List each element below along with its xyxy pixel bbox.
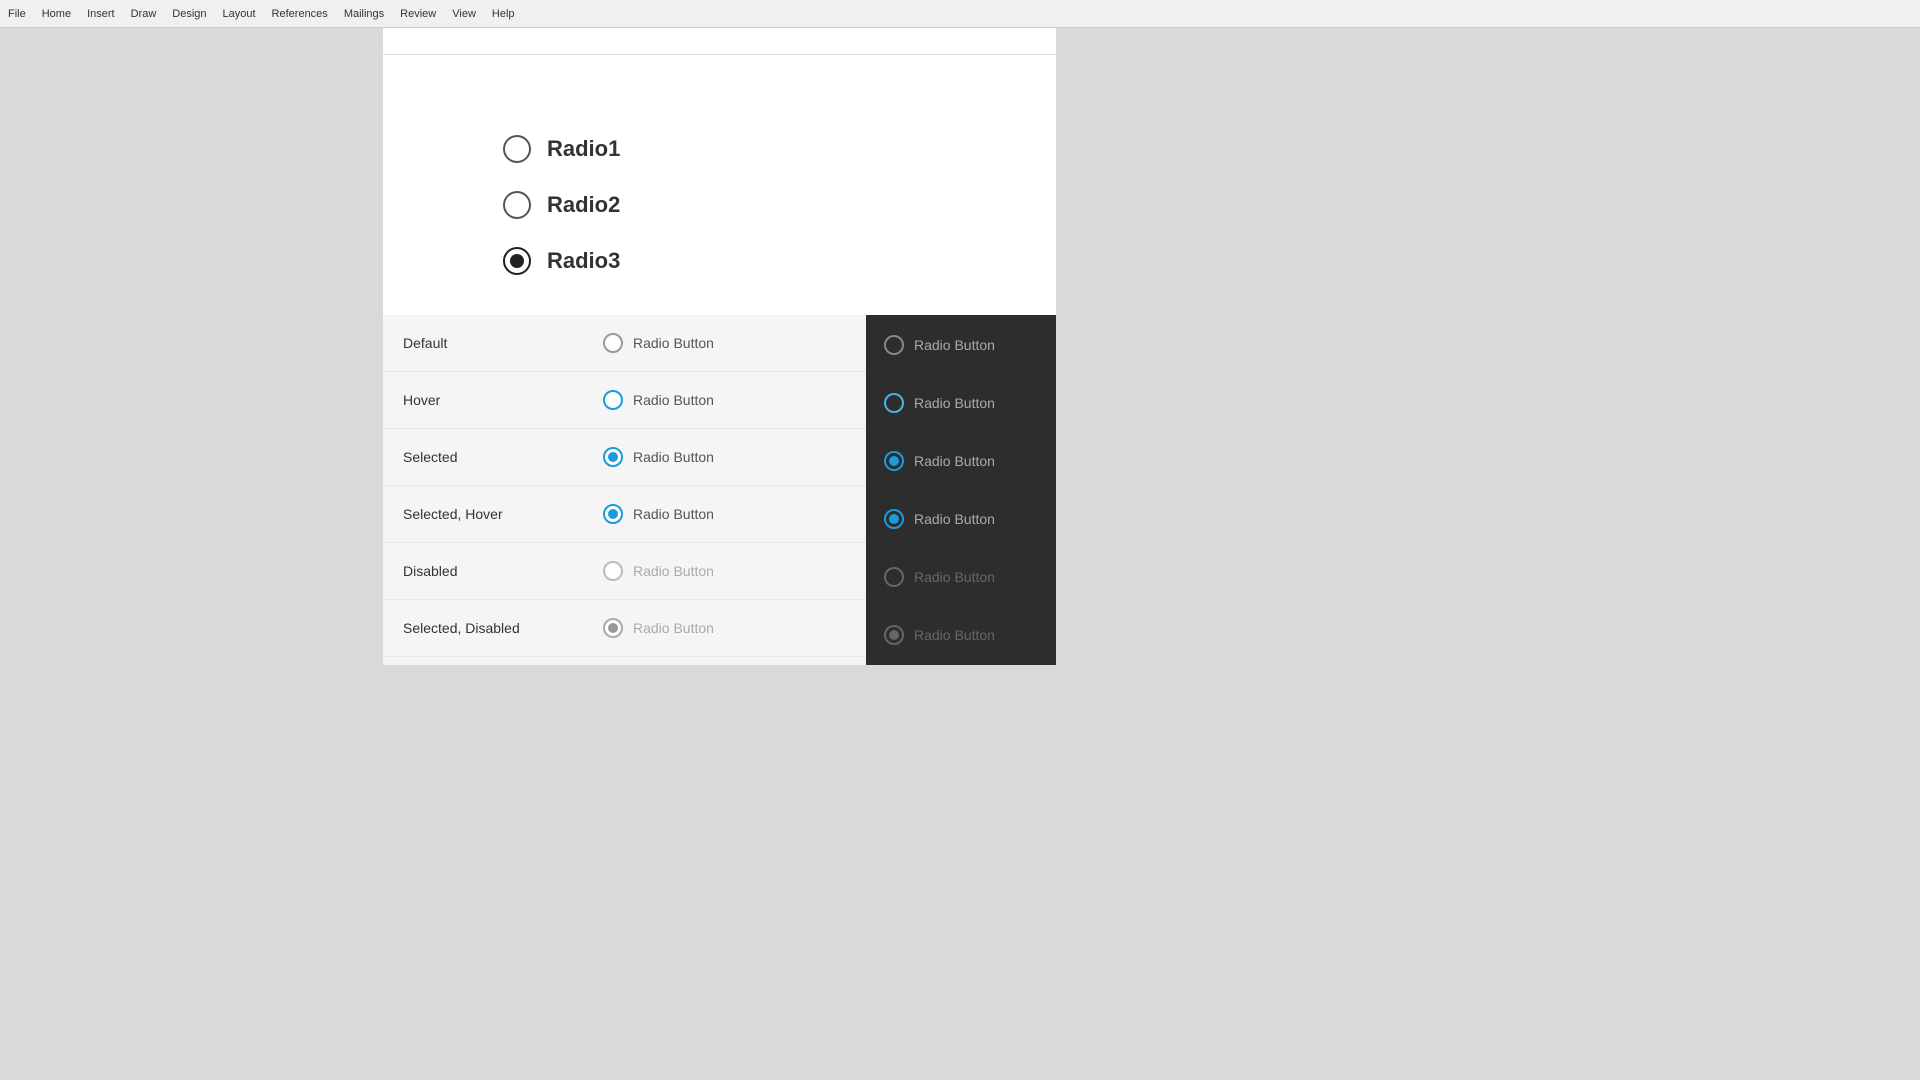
table-row-disabled: Disabled Radio Button (383, 543, 866, 600)
dark-radio-selected: Radio Button (868, 433, 1054, 489)
radio-label-3: Radio3 (547, 248, 620, 274)
state-radio-selected-hover: Radio Button (583, 486, 866, 543)
dark-default-label: Radio Button (914, 337, 995, 353)
state-label-hover: Hover (383, 372, 583, 429)
menu-file[interactable]: File (8, 8, 26, 20)
state-label-selected-hover: Selected, Hover (383, 486, 583, 543)
dark-selected-disabled-label: Radio Button (914, 627, 995, 643)
state-radio-selected: Radio Button (583, 429, 866, 486)
selected-hover-radio-label: Radio Button (633, 506, 714, 522)
menu-design[interactable]: Design (172, 8, 206, 20)
table-row-selected-hover: Selected, Hover Radio Button (383, 486, 866, 543)
main-panel: Radio1 Radio2 Radio3 (383, 55, 1056, 665)
disabled-radio-label: Radio Button (633, 563, 714, 579)
disabled-radio-cell: Radio Button (603, 561, 846, 581)
dark-selected-radio-circle[interactable] (884, 451, 904, 471)
selected-radio-label: Radio Button (633, 449, 714, 465)
radio-circle-1[interactable] (503, 135, 531, 163)
state-label-selected: Selected (383, 429, 583, 486)
dark-selected-label: Radio Button (914, 453, 995, 469)
dark-hover-cell: Radio Button (884, 393, 1038, 413)
radio-circle-2[interactable] (503, 191, 531, 219)
radio-preview-section: Radio1 Radio2 Radio3 (383, 55, 1056, 315)
dark-hover-radio-circle[interactable] (884, 393, 904, 413)
selected-disabled-radio-circle (603, 618, 623, 638)
dark-selected-hover-radio-circle[interactable] (884, 509, 904, 529)
dark-row-selected-hover: Radio Button (868, 491, 1054, 547)
top-menu-bar: File Home Insert Draw Design Layout Refe… (0, 0, 1920, 28)
menu-help[interactable]: Help (492, 8, 515, 20)
hover-radio-cell: Radio Button (603, 390, 846, 410)
dark-radio-selected-disabled: Radio Button (868, 607, 1054, 663)
radio-circle-3[interactable] (503, 247, 531, 275)
state-radio-disabled: Radio Button (583, 543, 866, 600)
selected-disabled-radio-cell: Radio Button (603, 618, 846, 638)
dark-disabled-label: Radio Button (914, 569, 995, 585)
state-radio-hover: Radio Button (583, 372, 866, 429)
default-radio-cell: Radio Button (603, 333, 846, 353)
states-row: Default Radio Button Hover (383, 315, 1056, 665)
dark-row-default: Radio Button (868, 317, 1054, 373)
dark-hover-label: Radio Button (914, 395, 995, 411)
selected-disabled-radio-label: Radio Button (633, 620, 714, 636)
menu-insert[interactable]: Insert (87, 8, 115, 20)
dark-selected-disabled-cell: Radio Button (884, 625, 1038, 645)
table-row-default: Default Radio Button (383, 315, 866, 372)
center-content: Radio1 Radio2 Radio3 (383, 28, 1730, 1080)
state-radio-default: Radio Button (583, 315, 866, 372)
dark-radio-default: Radio Button (868, 317, 1054, 373)
dark-default-radio-circle[interactable] (884, 335, 904, 355)
radio-item-1[interactable]: Radio1 (503, 135, 996, 163)
menu-view[interactable]: View (452, 8, 476, 20)
menu-draw[interactable]: Draw (131, 8, 157, 20)
selected-radio-circle[interactable] (603, 447, 623, 467)
dark-radio-selected-hover: Radio Button (868, 491, 1054, 547)
table-row-selected: Selected Radio Button (383, 429, 866, 486)
dark-selected-hover-label: Radio Button (914, 511, 995, 527)
selected-hover-radio-circle[interactable] (603, 504, 623, 524)
state-label-disabled: Disabled (383, 543, 583, 600)
state-label-selected-disabled: Selected, Disabled (383, 600, 583, 657)
dark-panel: Radio Button Radio Button (866, 315, 1056, 665)
radio-item-3[interactable]: Radio3 (503, 247, 996, 275)
dark-default-cell: Radio Button (884, 335, 1038, 355)
menu-layout[interactable]: Layout (223, 8, 256, 20)
dark-row-hover: Radio Button (868, 375, 1054, 431)
dark-radio-hover: Radio Button (868, 375, 1054, 431)
radio-item-2[interactable]: Radio2 (503, 191, 996, 219)
hover-radio-label: Radio Button (633, 392, 714, 408)
default-radio-label: Radio Button (633, 335, 714, 351)
dark-row-selected-disabled: Radio Button (868, 607, 1054, 663)
dark-disabled-cell: Radio Button (884, 567, 1038, 587)
menu-home[interactable]: Home (42, 8, 71, 20)
menu-review[interactable]: Review (400, 8, 436, 20)
selected-radio-cell: Radio Button (603, 447, 846, 467)
dark-disabled-radio-circle (884, 567, 904, 587)
state-radio-selected-disabled: Radio Button (583, 600, 866, 657)
hover-radio-circle[interactable] (603, 390, 623, 410)
default-radio-circle[interactable] (603, 333, 623, 353)
selected-hover-radio-cell: Radio Button (603, 504, 846, 524)
dark-states-table: Radio Button Radio Button (866, 315, 1056, 665)
dark-selected-cell: Radio Button (884, 451, 1038, 471)
dark-selected-hover-cell: Radio Button (884, 509, 1038, 529)
dark-selected-disabled-radio-circle (884, 625, 904, 645)
main-layout: Radio1 Radio2 Radio3 (0, 0, 1920, 1080)
dark-radio-disabled: Radio Button (868, 549, 1054, 605)
menu-references[interactable]: References (272, 8, 328, 20)
state-label-default: Default (383, 315, 583, 372)
states-table: Default Radio Button Hover (383, 315, 866, 657)
right-sidebar (1730, 28, 1920, 1080)
radio-label-1: Radio1 (547, 136, 620, 162)
disabled-radio-circle (603, 561, 623, 581)
menu-mailings[interactable]: Mailings (344, 8, 384, 20)
left-sidebar (0, 28, 383, 1080)
table-row-selected-disabled: Selected, Disabled Radio Button (383, 600, 866, 657)
states-light-panel: Default Radio Button Hover (383, 315, 866, 665)
top-strip (383, 28, 1056, 55)
table-row-hover: Hover Radio Button (383, 372, 866, 429)
dark-row-selected: Radio Button (868, 433, 1054, 489)
radio-label-2: Radio2 (547, 192, 620, 218)
dark-row-disabled: Radio Button (868, 549, 1054, 605)
